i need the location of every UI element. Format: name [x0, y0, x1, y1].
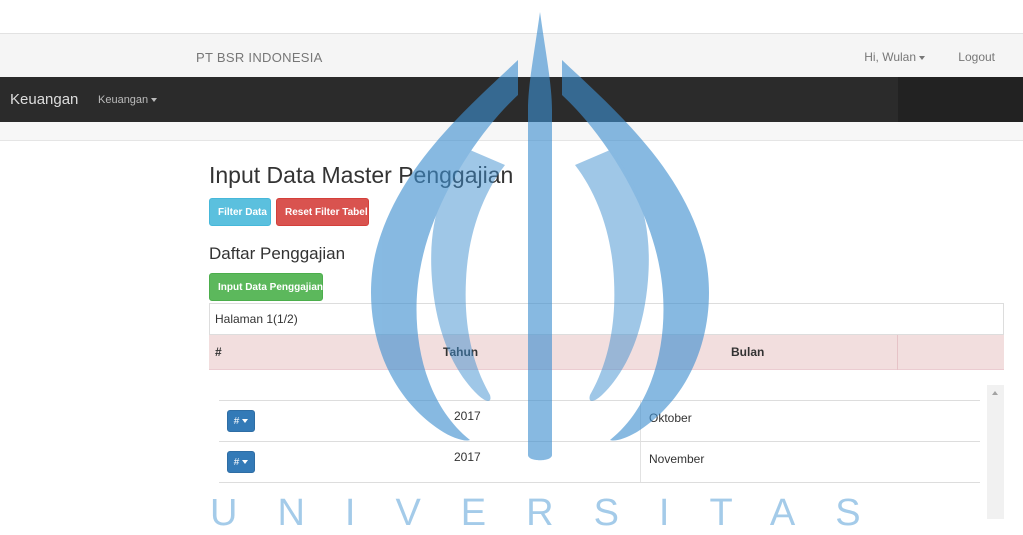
pagination-panel: Halaman 1(1/2) [209, 303, 1004, 335]
row-year: 2017 [454, 450, 481, 464]
vertical-scrollbar[interactable] [987, 385, 1004, 519]
table-header: # Tahun Bulan [209, 335, 1004, 370]
cell-divider [640, 401, 641, 442]
row-action-label: # [233, 416, 240, 427]
page-title: Input Data Master Penggajian [209, 162, 514, 188]
sub-header-bar [0, 122, 1023, 141]
column-divider [897, 335, 898, 370]
filter-data-button[interactable]: Filter Data [209, 198, 271, 226]
table-row: # 2017 November [219, 441, 980, 483]
column-header-bulan: Bulan [731, 345, 765, 359]
column-header-tahun: Tahun [443, 345, 479, 359]
user-dropdown[interactable]: Hi, Wulan [864, 50, 925, 64]
reset-filter-button[interactable]: Reset Filter Tabel [276, 198, 369, 226]
navbar-brand[interactable]: Keuangan [10, 91, 78, 108]
row-month: November [649, 452, 705, 466]
chevron-down-icon [242, 419, 249, 424]
top-header: PT BSR INDONESIA Hi, Wulan Logout [0, 33, 1023, 78]
keuangan-dropdown[interactable]: Keuangan [98, 94, 158, 106]
row-year: 2017 [454, 409, 481, 423]
column-header-number: # [215, 345, 222, 359]
table-row: # 2017 Oktober [219, 400, 980, 442]
company-brand[interactable]: PT BSR INDONESIA [196, 50, 323, 65]
pagination-label: Halaman 1(1/2) [215, 312, 298, 326]
row-action-label: # [233, 457, 240, 468]
cell-divider [640, 442, 641, 483]
list-title: Daftar Penggajian [209, 244, 346, 263]
chevron-down-icon [919, 55, 925, 60]
user-greeting: Hi, Wulan [864, 50, 916, 64]
row-action-dropdown[interactable]: # [227, 451, 255, 473]
input-data-button[interactable]: Input Data Penggajian [209, 273, 323, 301]
chevron-down-icon [242, 460, 249, 465]
row-month: Oktober [649, 411, 692, 425]
keuangan-dropdown-label: Keuangan [98, 94, 149, 106]
chevron-down-icon [151, 98, 158, 103]
row-action-dropdown[interactable]: # [227, 410, 255, 432]
table-bottom-border [219, 482, 980, 483]
main-navbar: Keuangan Keuangan [0, 77, 1023, 122]
scroll-up-arrow-icon[interactable] [992, 391, 998, 395]
logout-link[interactable]: Logout [958, 50, 995, 64]
